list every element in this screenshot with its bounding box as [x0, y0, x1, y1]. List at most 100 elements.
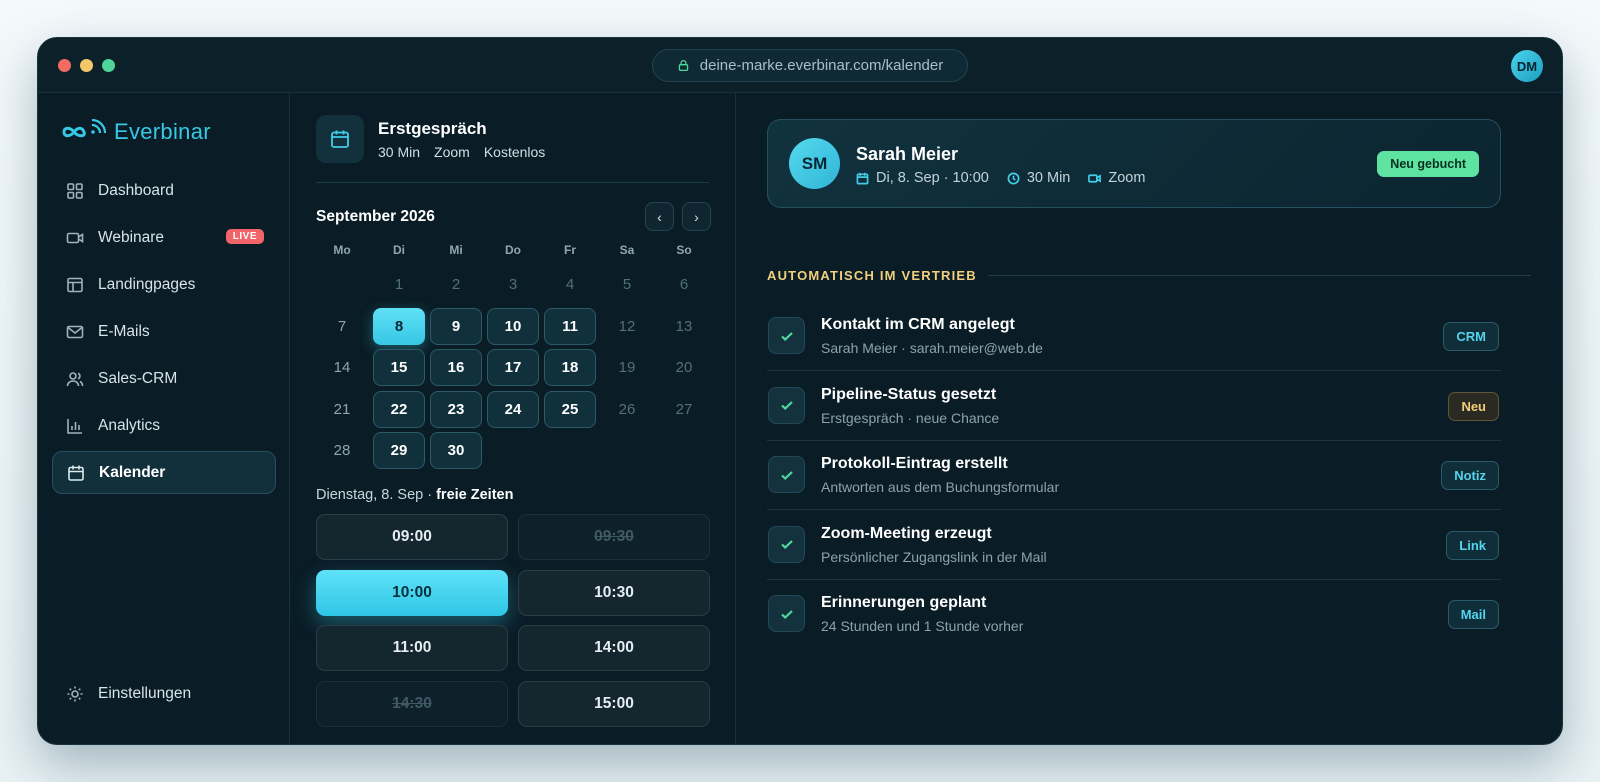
calendar-day[interactable]: 10 — [487, 307, 539, 345]
infinity-logo-icon — [62, 119, 106, 138]
automation-task: Pipeline-Status gesetzt Erstgespräch · ne… — [767, 372, 1501, 441]
calendar-day: 4 — [565, 276, 575, 293]
prev-month-button[interactable]: ‹ — [645, 202, 674, 231]
calendar-day: 12 — [618, 317, 636, 335]
calendar-day[interactable]: 9 — [430, 307, 482, 345]
sidebar-item-label: Analytics — [98, 416, 161, 434]
brand-logo[interactable]: Everbinar — [62, 119, 211, 145]
settings-sun-icon — [67, 686, 83, 701]
brand-name: Everbinar — [114, 119, 211, 144]
minimize-window-button[interactable] — [80, 59, 93, 72]
close-window-button[interactable] — [58, 59, 71, 72]
sidebar-item-label: Kalender — [99, 463, 166, 481]
maximize-window-button[interactable] — [102, 59, 115, 72]
live-badge: LIVE — [225, 229, 264, 244]
address-bar[interactable]: deine-marke.everbinar.com/kalender — [652, 49, 968, 82]
booking-calendar-panel: Erstgespräch 30 Min Zoom Kostenlos Septe… — [290, 93, 736, 744]
task-title: Kontakt im CRM angelegt — [821, 316, 1015, 333]
calendar-day[interactable]: 16 — [430, 349, 482, 386]
calendar-day: 26 — [618, 400, 636, 418]
task-tag[interactable]: Notiz — [1441, 461, 1499, 490]
calendar-day[interactable]: 22 — [373, 390, 425, 428]
task-subtitle: Persönlicher Zugangslink in der Mail — [821, 548, 1047, 565]
mail-icon — [66, 325, 84, 338]
time-slot-button: 14:30 — [316, 680, 508, 727]
booking-details-panel: SM Sarah Meier Di, 8. Sep · 10:00 30 Min… — [736, 93, 1562, 744]
event-platform: Zoom — [434, 144, 470, 160]
time-slot-button: 09:30 — [518, 514, 710, 560]
automation-task: Protokoll-Eintrag erstellt Antworten aus … — [767, 441, 1501, 510]
task-subtitle: 24 Stunden und 1 Stunde vorher — [821, 618, 1024, 634]
sidebar-item-label: Landingpages — [98, 275, 196, 293]
time-slot-button[interactable]: 10:30 — [518, 569, 710, 616]
task-tag[interactable]: Link — [1446, 530, 1499, 560]
month-label: September 2026 — [316, 208, 435, 225]
time-slot-button[interactable]: 09:00 — [316, 514, 508, 560]
user-avatar[interactable]: DM — [1511, 50, 1543, 82]
calendar-day: 19 — [618, 359, 636, 376]
calendar-day: 5 — [622, 276, 632, 293]
task-tag[interactable]: Mail — [1447, 600, 1499, 629]
calendar-day[interactable]: 24 — [487, 390, 539, 428]
automation-task: Zoom-Meeting erzeugt Persönlicher Zugangs… — [767, 511, 1501, 580]
next-month-button[interactable]: › — [682, 202, 711, 231]
slots-free-label: freie Zeiten — [436, 487, 514, 503]
task-subtitle: Sarah Meier · sarah.meier@web.de — [821, 340, 1043, 356]
divider — [316, 182, 709, 183]
check-icon — [768, 525, 805, 563]
contact-name: Sarah Meier — [856, 144, 959, 164]
time-slot-button[interactable]: 10:00 — [316, 569, 508, 616]
url-text: deine-marke.everbinar.com/kalender — [699, 57, 944, 74]
weekday-label: Di — [393, 243, 405, 257]
sidebar-item-label: Einstellungen — [98, 684, 192, 702]
lock-icon — [678, 59, 688, 72]
check-icon — [768, 386, 805, 424]
calendar-day[interactable]: 17 — [487, 349, 539, 386]
task-title: Protokoll-Eintrag erstellt — [821, 455, 1008, 472]
calendar-day[interactable]: 11 — [544, 307, 596, 345]
sidebar-item-label: Sales-CRM — [98, 369, 178, 387]
weekday-label: Do — [505, 243, 521, 257]
sidebar-item-analytics[interactable]: Analytics — [52, 404, 276, 447]
sidebar-item-sales-crm[interactable]: Sales-CRM — [52, 357, 276, 400]
calendar-day: 20 — [675, 359, 693, 376]
calendar-day[interactable]: 29 — [373, 432, 425, 469]
calendar-icon — [856, 172, 869, 184]
task-tag[interactable]: Neu — [1448, 391, 1499, 421]
calendar-day[interactable]: 18 — [544, 349, 596, 386]
calendar-day[interactable]: 30 — [430, 432, 482, 469]
automation-section-title: AUTOMATISCH IM VERTRIEB — [767, 268, 977, 283]
time-slot-button[interactable]: 14:00 — [518, 625, 710, 671]
calendar-day[interactable]: 15 — [373, 349, 425, 386]
weekday-label: Fr — [564, 243, 576, 257]
time-slot-button[interactable]: 11:00 — [316, 625, 508, 671]
calendar-day[interactable]: 23 — [430, 390, 482, 428]
sidebar-item-webinare[interactable]: Webinare LIVE — [52, 216, 276, 259]
calendar-day: 21 — [333, 400, 351, 418]
task-title: Pipeline-Status gesetzt — [821, 385, 997, 403]
calendar-day[interactable]: 8 — [373, 307, 425, 345]
time-slot-button[interactable]: 15:00 — [518, 680, 710, 727]
sidebar-item-einstellungen[interactable]: Einstellungen — [52, 672, 276, 715]
divider — [988, 275, 1531, 276]
sidebar-item-label: Dashboard — [98, 181, 174, 199]
calendar-day: 14 — [333, 359, 351, 376]
calendar-day: 6 — [679, 276, 689, 293]
event-meta: 30 Min Zoom Kostenlos — [378, 144, 545, 160]
booking-platform: Zoom — [1088, 170, 1145, 186]
calendar-day: 7 — [337, 317, 347, 335]
calendar-day: 2 — [451, 276, 461, 293]
calendar-day[interactable]: 25 — [544, 390, 596, 428]
check-icon — [768, 317, 805, 354]
sidebar: Everbinar Dashboard Webinare LIVE Landin… — [38, 93, 290, 744]
automation-task: Kontakt im CRM angelegt Sarah Meier · sar… — [767, 302, 1501, 371]
sidebar-item-kalender[interactable]: Kalender — [52, 451, 276, 494]
booking-card[interactable]: SM Sarah Meier Di, 8. Sep · 10:00 30 Min… — [767, 119, 1501, 208]
sidebar-item-emails[interactable]: E-Mails — [52, 310, 276, 353]
sidebar-item-landingpages[interactable]: Landingpages — [52, 263, 276, 306]
task-tag[interactable]: CRM — [1443, 322, 1499, 351]
video-icon — [1088, 173, 1102, 183]
sidebar-item-dashboard[interactable]: Dashboard — [52, 169, 276, 212]
video-icon — [66, 232, 84, 243]
browser-titlebar: deine-marke.everbinar.com/kalender DM — [38, 38, 1562, 93]
